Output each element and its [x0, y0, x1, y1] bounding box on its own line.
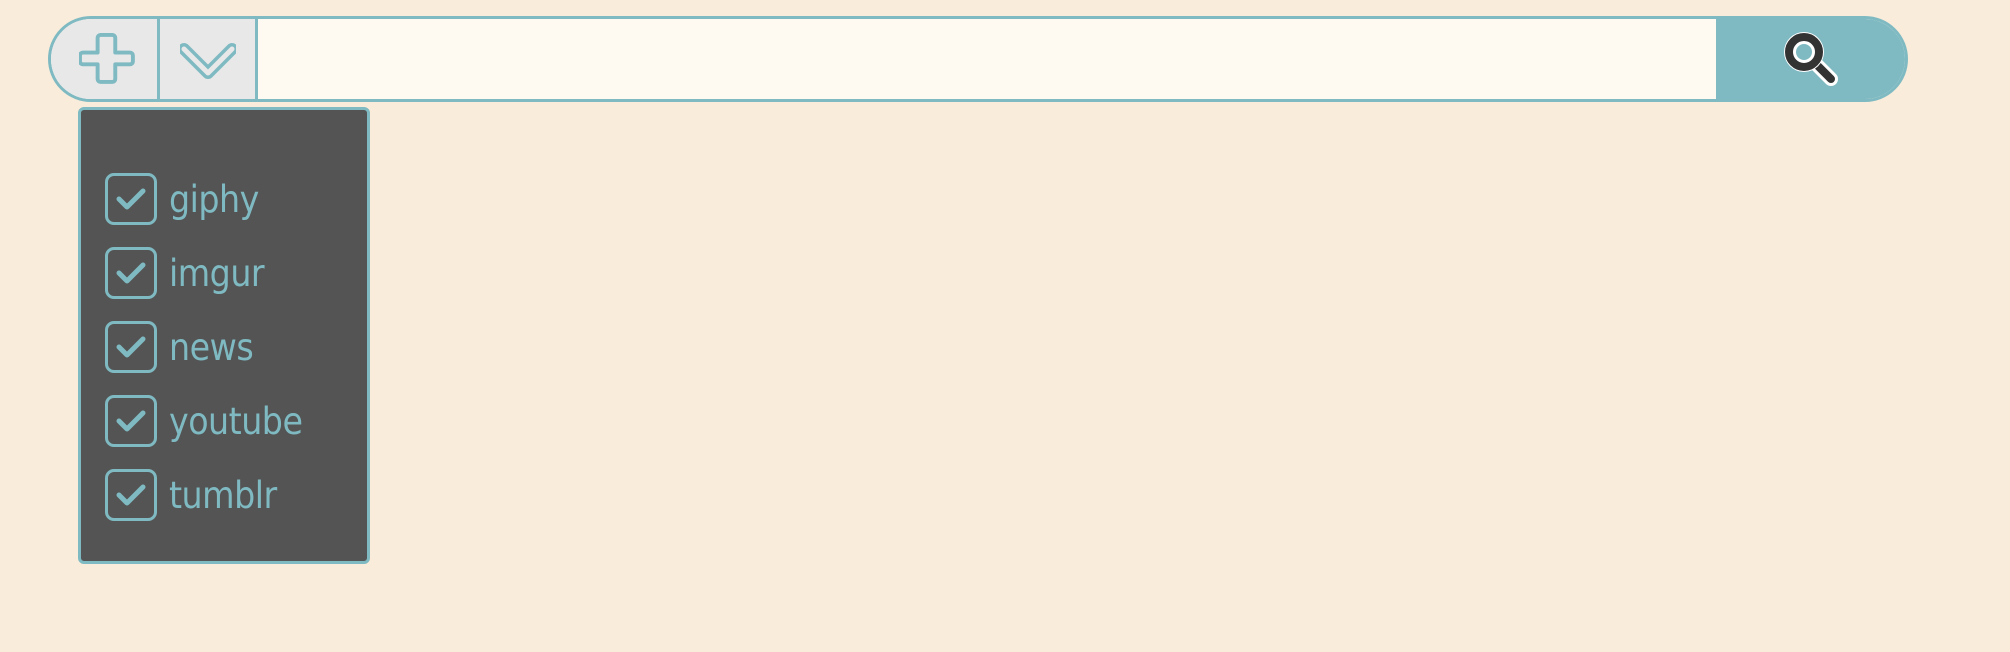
menu-item-imgur[interactable]: imgur	[81, 236, 367, 310]
search-button[interactable]	[1716, 19, 1905, 99]
search-bar	[48, 16, 1908, 102]
checkmark-icon	[116, 336, 146, 358]
checkmark-icon	[116, 410, 146, 432]
plus-icon	[79, 32, 135, 84]
checkbox-imgur[interactable]	[105, 247, 157, 299]
menu-item-youtube[interactable]: youtube	[81, 384, 367, 458]
checkmark-icon	[116, 262, 146, 284]
menu-item-label: youtube	[169, 399, 303, 443]
checkbox-youtube[interactable]	[105, 395, 157, 447]
menu-item-label: giphy	[169, 177, 259, 221]
menu-item-label: news	[169, 325, 254, 369]
menu-item-news[interactable]: news	[81, 310, 367, 384]
dropdown-toggle-button[interactable]	[160, 19, 258, 99]
checkmark-icon	[116, 188, 146, 210]
menu-item-label: tumblr	[169, 473, 277, 517]
checkbox-tumblr[interactable]	[105, 469, 157, 521]
search-input[interactable]	[258, 19, 1716, 99]
menu-item-giphy[interactable]: giphy	[81, 162, 367, 236]
menu-item-tumblr[interactable]: tumblr	[81, 458, 367, 532]
magnifier-icon	[1783, 32, 1838, 86]
checkmark-icon	[116, 484, 146, 506]
add-button[interactable]	[51, 19, 160, 99]
menu-item-label: imgur	[169, 251, 265, 295]
source-filter-menu: giphy imgur news youtube tumblr	[78, 107, 370, 564]
chevron-down-icon	[179, 43, 236, 79]
checkbox-giphy[interactable]	[105, 173, 157, 225]
checkbox-news[interactable]	[105, 321, 157, 373]
